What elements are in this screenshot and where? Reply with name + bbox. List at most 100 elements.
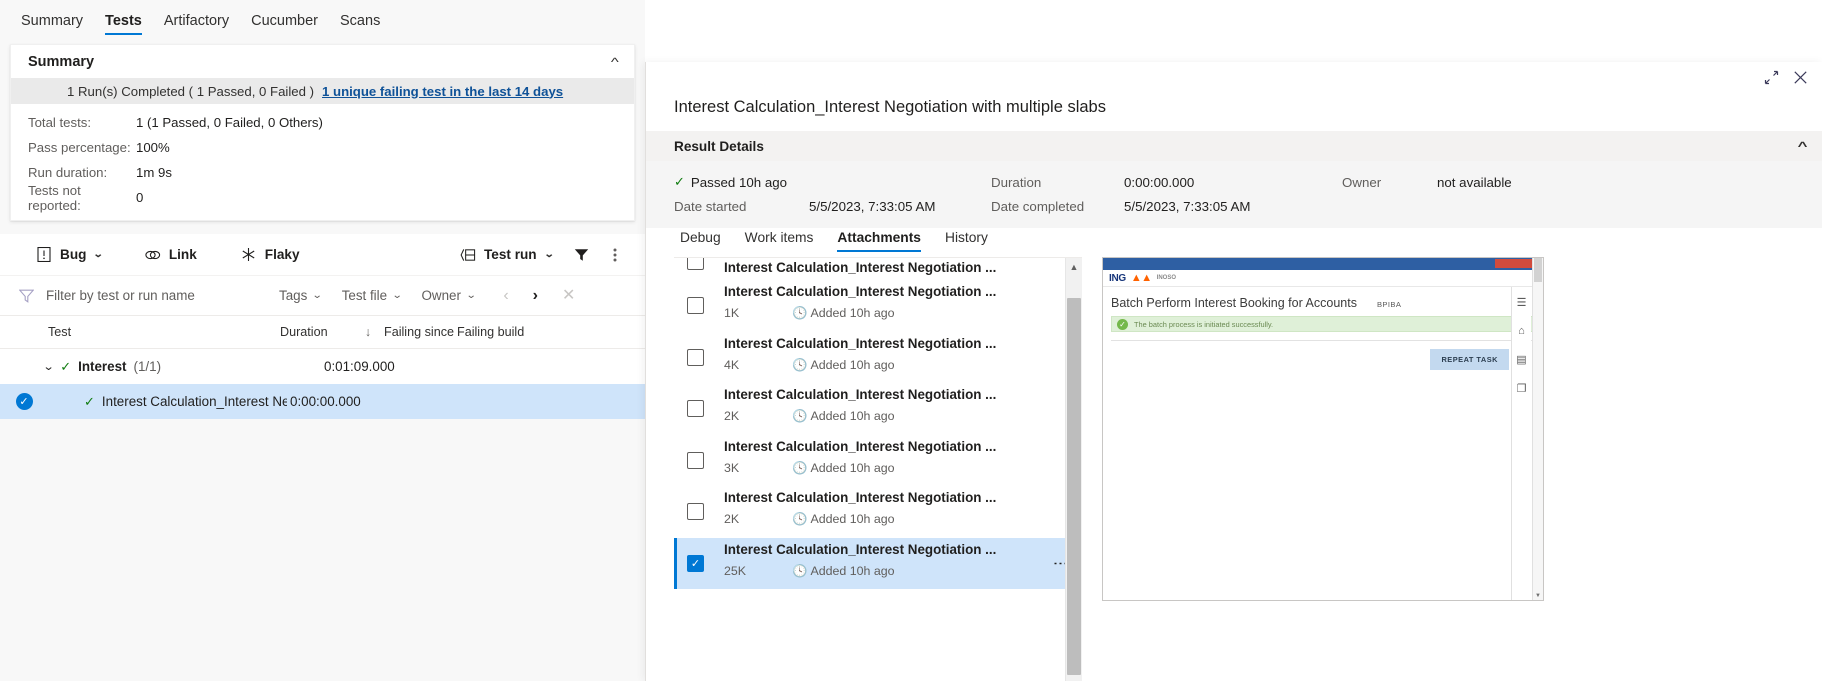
attachments-list[interactable]: Interest Calculation_Interest Negotiatio… (674, 257, 1082, 681)
attachment-title: Interest Calculation_Interest Negotiatio… (724, 490, 997, 505)
list-item[interactable]: Interest Calculation_Interest Negotiatio… (674, 331, 1082, 383)
chevron-down-icon[interactable]: ⌄ (543, 249, 554, 260)
list-item[interactable]: Interest Calculation_Interest Negotiatio… (674, 258, 1082, 296)
attachment-preview[interactable]: ING ▲▲ INOSO Batch Perform Interest Book… (1102, 257, 1544, 601)
pivot-tab-bar: Summary Tests Artifactory Cucumber Scans (0, 0, 645, 44)
tab-scans[interactable]: Scans (329, 0, 391, 44)
list-item[interactable]: Interest Calculation_Interest Negotiatio… (674, 537, 1082, 589)
table-row[interactable]: ✓ ✓ Interest Calculation_Interest Neg 0:… (0, 384, 645, 419)
summary-icon[interactable]: ▤ (1516, 353, 1526, 366)
tab-summary[interactable]: Summary (10, 0, 94, 44)
attachment-added: 🕓 Added 10h ago (792, 562, 895, 581)
flaky-button[interactable]: Flaky (231, 243, 310, 267)
more-vertical-icon (613, 247, 617, 263)
owner-dropdown[interactable]: Owner ⌄ (411, 288, 485, 303)
column-failing-build[interactable]: Failing build (457, 325, 537, 339)
scrollbar-thumb[interactable] (1534, 258, 1542, 282)
attachment-added: 🕓 Added 10h ago (792, 510, 895, 529)
attachment-checkbox[interactable]: ✓ (687, 554, 704, 572)
bug-button[interactable]: Bug ⌄ (26, 243, 113, 267)
tab-debug[interactable]: Debug (668, 228, 733, 257)
close-icon[interactable]: ✕ (550, 287, 587, 304)
list-item[interactable]: Interest Calculation_Interest Negotiatio… (674, 486, 1082, 538)
tab-artifactory[interactable]: Artifactory (153, 0, 240, 44)
table-row[interactable]: ⌄ ✓ Interest (1/1) 0:01:09.000 (0, 349, 645, 384)
attachment-checkbox[interactable] (687, 348, 704, 366)
tab-attachments[interactable]: Attachments (825, 228, 933, 257)
checkmark-circle-icon[interactable]: ✓ (15, 393, 33, 410)
group-by-test-run-button[interactable]: Test run ⌄ (450, 243, 563, 267)
scroll-down-arrow[interactable]: ▼ (1533, 591, 1543, 600)
list-item[interactable]: Interest Calculation_Interest Negotiatio… (674, 280, 1082, 332)
tab-work-items[interactable]: Work items (733, 228, 826, 257)
tab-cucumber[interactable]: Cucumber (240, 0, 329, 44)
copy-icon[interactable]: ❐ (1517, 382, 1527, 395)
summary-title: Summary (28, 53, 95, 70)
clock-icon: 🕓 (792, 512, 808, 526)
list-item[interactable]: Interest Calculation_Interest Negotiatio… (674, 383, 1082, 435)
attachment-checkbox[interactable] (687, 451, 704, 469)
attachment-added: 🕓 Added 10h ago (792, 304, 895, 323)
chevron-left-icon[interactable]: ‹ (491, 287, 520, 304)
stat-tests-not-reported: Tests not reported: 0 (28, 182, 634, 213)
sort-descending-icon[interactable]: ↓ (352, 325, 384, 339)
scrollbar-thumb[interactable] (1067, 298, 1081, 675)
list-item[interactable]: Interest Calculation_Interest Negotiatio… (674, 434, 1082, 486)
tab-summary-label: Summary (21, 13, 84, 29)
row-checkbox-slot[interactable]: ✓ (0, 393, 48, 410)
attachment-size: 2K (724, 409, 740, 423)
attachment-title: Interest Calculation_Interest Negotiatio… (724, 387, 997, 402)
attachments-scrollbar[interactable]: ▲ ▼ (1065, 258, 1082, 681)
failing-test-link[interactable]: 1 unique failing test in the last 14 day… (322, 84, 563, 99)
close-icon[interactable] (1793, 70, 1808, 85)
scroll-up-arrow[interactable]: ▲ (1066, 258, 1082, 275)
column-failing-since[interactable]: Failing since (384, 325, 457, 339)
chevron-up-icon[interactable]: ^ (611, 56, 619, 68)
attachment-title: Interest Calculation_Interest Negotiatio… (724, 438, 997, 454)
bug-report-icon (36, 247, 52, 263)
column-test[interactable]: Test (0, 325, 280, 339)
filter-button[interactable] (565, 239, 597, 271)
owner-value: not available (1437, 174, 1512, 190)
tags-dropdown[interactable]: Tags ⌄ (269, 288, 332, 303)
chevron-up-icon[interactable]: ^ (1798, 140, 1808, 152)
details-tab-bar: Debug Work items Attachments History (646, 228, 1822, 257)
link-icon (145, 247, 161, 263)
attachment-meta: 2K 🕓 Added 10h ago (724, 404, 1082, 426)
chevron-right-icon[interactable]: › (521, 287, 550, 304)
preview-heading-row: Batch Perform Interest Booking for Accou… (1111, 296, 1543, 310)
attachment-checkbox[interactable] (687, 503, 704, 520)
test-case-name: Interest Calculation_Interest Neg (101, 394, 287, 409)
attachment-checkbox[interactable] (687, 258, 704, 270)
outcome-label: Passed 10h ago (690, 174, 788, 190)
home-icon[interactable]: ⌂ (1518, 325, 1525, 337)
date-started-value: 5/5/2023, 7:33:05 AM (809, 198, 936, 214)
filter-icon (574, 248, 589, 262)
check-icon: ✓ (674, 174, 685, 189)
test-file-dropdown[interactable]: Test file ⌄ (332, 288, 412, 303)
filter-input-group (19, 287, 269, 304)
preview-scrollbar[interactable]: ▼ (1532, 258, 1543, 600)
search-input[interactable] (44, 287, 254, 304)
attachment-title: Interest Calculation_Interest Negotiatio… (724, 260, 997, 275)
tab-history[interactable]: History (933, 228, 1000, 257)
tab-tests[interactable]: Tests (94, 0, 153, 44)
more-options-button[interactable] (599, 239, 631, 271)
chevron-down-icon[interactable]: ⌄ (43, 360, 55, 373)
stat-tests-not-reported-label: Tests not reported: (28, 182, 81, 213)
expand-icon[interactable] (1764, 70, 1779, 85)
spacer-cell (809, 170, 991, 194)
attachment-checkbox[interactable] (687, 297, 704, 314)
tab-history-label: History (945, 230, 988, 245)
link-button[interactable]: Link (135, 243, 207, 267)
details-panel-toolbar (646, 62, 1822, 92)
stat-pass-percentage-value: 100% (136, 140, 170, 155)
chevron-down-icon[interactable]: ⌄ (93, 249, 104, 260)
attachment-checkbox[interactable] (687, 400, 704, 417)
stat-total-tests: Total tests: 1 (1 Passed, 0 Failed, 0 Ot… (28, 110, 634, 135)
hamburger-menu-icon[interactable]: ☰ (1517, 296, 1527, 309)
repeat-task-button[interactable]: REPEAT TASK (1430, 349, 1509, 370)
results-filter-bar: Tags ⌄ Test file ⌄ Owner ⌄ ‹ › ✕ (0, 276, 645, 316)
column-duration[interactable]: Duration (280, 325, 352, 339)
summary-card-header: Summary ^ (11, 45, 634, 78)
